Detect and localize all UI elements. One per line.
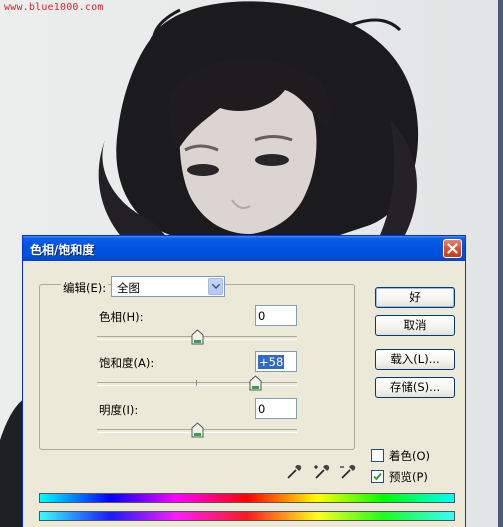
edit-dropdown-value: 全图 xyxy=(117,281,140,295)
preview-checkbox[interactable] xyxy=(371,470,384,483)
edit-label: 编辑(E): xyxy=(61,280,109,296)
eyedropper-icon[interactable] xyxy=(285,463,303,481)
close-icon xyxy=(447,243,458,254)
saturation-label: 饱和度(A): xyxy=(99,356,155,370)
hue-slider-thumb[interactable] xyxy=(191,329,204,345)
eyedropper-minus-icon[interactable] xyxy=(339,463,357,481)
window-frame-edge xyxy=(498,0,503,527)
hue-input[interactable]: 0 xyxy=(255,305,297,326)
hue-label: 色相(H): xyxy=(99,310,144,324)
save-button[interactable]: 存储(S)... xyxy=(375,377,455,398)
ok-button[interactable]: 好 xyxy=(375,287,455,308)
spectrum-bar-output xyxy=(39,511,455,521)
close-button[interactable] xyxy=(443,239,462,258)
saturation-slider-track[interactable] xyxy=(97,382,297,386)
saturation-input[interactable]: +58 xyxy=(255,351,297,372)
preview-label: 预览(P) xyxy=(389,470,428,484)
dropdown-arrow-icon xyxy=(212,284,220,290)
load-button[interactable]: 载入(L)... xyxy=(375,349,455,370)
colorize-checkbox[interactable] xyxy=(371,449,384,462)
saturation-value: +58 xyxy=(258,355,285,369)
eyedropper-plus-icon[interactable] xyxy=(313,463,331,481)
saturation-center-tick xyxy=(196,380,197,386)
lightness-label: 明度(I): xyxy=(99,403,139,417)
dropdown-arrow-button[interactable] xyxy=(208,278,223,295)
dialog-title: 色相/饱和度 xyxy=(30,243,95,257)
watermark-text: www.blue1000.com xyxy=(4,2,104,13)
hue-saturation-dialog: 色相/饱和度 编辑(E): 全图 色相(H): 0 饱和度(A): +58 明度… xyxy=(22,235,466,527)
cancel-button[interactable]: 取消 xyxy=(375,315,455,336)
lightness-input[interactable]: 0 xyxy=(255,398,297,419)
saturation-slider-thumb[interactable] xyxy=(249,375,262,391)
checkmark-icon xyxy=(373,472,382,481)
dialog-titlebar[interactable]: 色相/饱和度 xyxy=(23,236,465,261)
colorize-label: 着色(O) xyxy=(389,449,431,463)
spectrum-bar-input xyxy=(39,493,455,503)
edit-dropdown[interactable]: 全图 xyxy=(111,276,225,297)
lightness-slider-thumb[interactable] xyxy=(191,422,204,438)
